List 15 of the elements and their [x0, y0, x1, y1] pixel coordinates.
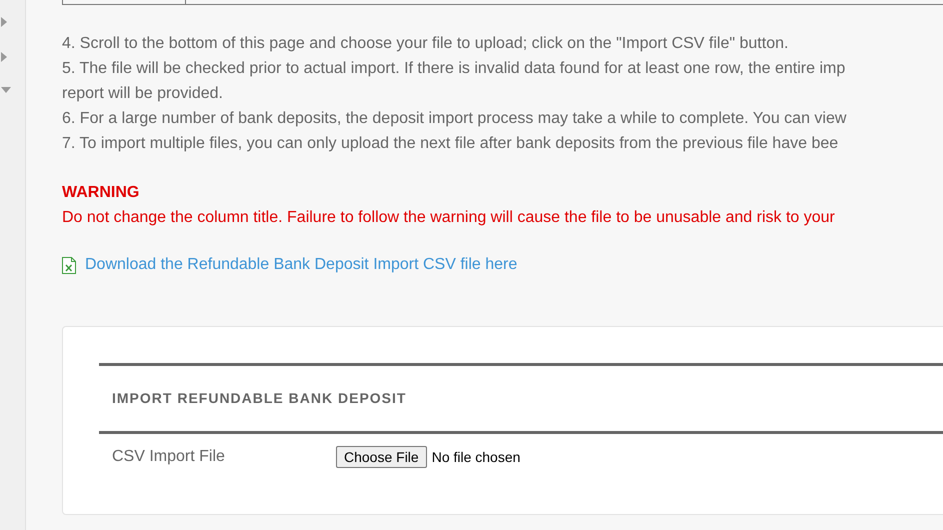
- instruction-text: 7. To import multiple files, you can only upload the next file after bank deposits from the previous file have bee: [62, 134, 838, 154]
- field-label: CSV Import File: [112, 448, 226, 466]
- choose-file-button[interactable]: Choose File: [336, 446, 427, 468]
- warning-text: Do not change the column title. Failure to follow the warning will cause the file to be unusable and risk to your: [62, 208, 835, 228]
- instruction-text: report will be provided.: [62, 84, 223, 104]
- caret-right-icon[interactable]: [1, 17, 7, 27]
- instruction-text: 5. The file will be checked prior to actual import. If there is invalid data found for at least one row, the entire imp: [62, 59, 846, 79]
- instruction-text: 4. Scroll to the bottom of this page and choose your file to upload; click on the "Import CSV file" button.: [62, 34, 788, 54]
- caret-down-icon[interactable]: [1, 87, 11, 93]
- instruction-text: 6. For a large number of bank deposits, the deposit import process may take a while to complete. You can view: [62, 109, 846, 129]
- caret-right-icon[interactable]: [1, 52, 7, 62]
- section-heading: IMPORT REFUNDABLE BANK DEPOSIT: [111, 389, 408, 408]
- spreadsheet-file-icon: [62, 256, 76, 274]
- warning-title: WARNING: [62, 183, 140, 203]
- file-status: No file chosen: [432, 449, 520, 465]
